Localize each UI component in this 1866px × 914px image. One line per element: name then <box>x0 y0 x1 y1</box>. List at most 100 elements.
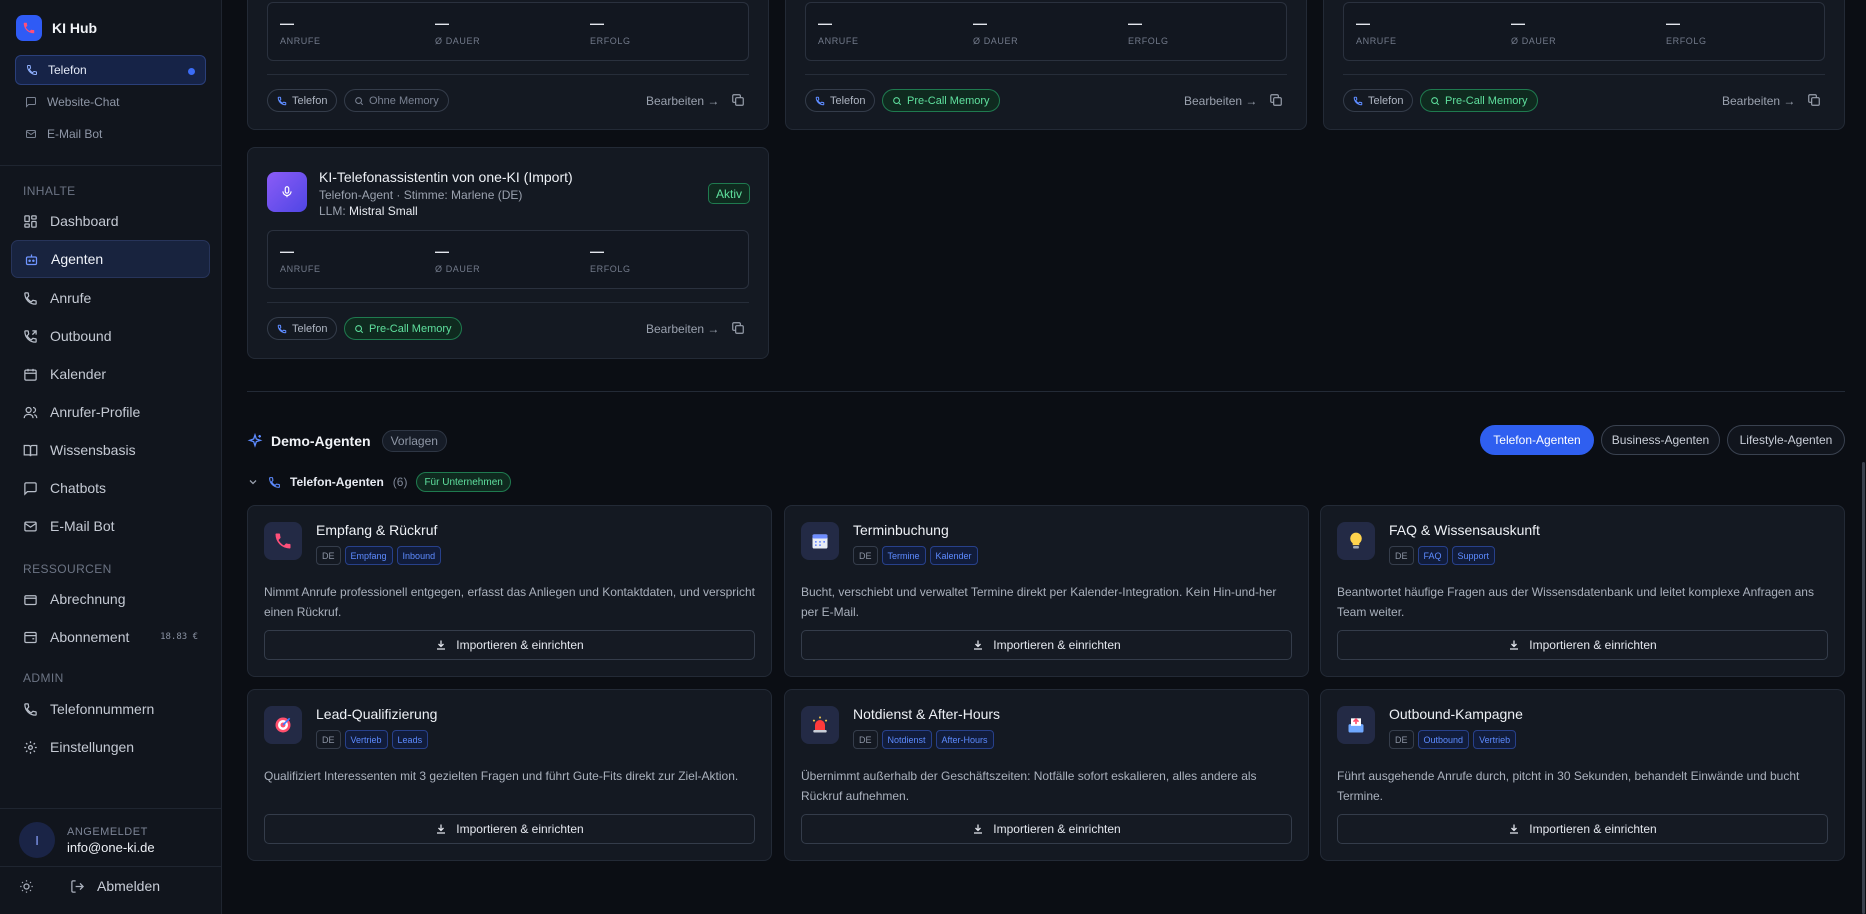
user-info: I ANGEMELDET info@one-ki.de <box>19 822 155 858</box>
mail-icon <box>24 521 37 531</box>
stat-calls-label: ANRUFE <box>280 264 321 274</box>
import-button[interactable]: Importieren & einrichten <box>1337 814 1828 844</box>
agent-card: — ANRUFE — Ø DAUER — ERFOLG Telefon Pre-Cal… <box>1323 0 1845 130</box>
nav-abrechnung[interactable]: Abrechnung <box>11 580 210 618</box>
copy-icon[interactable] <box>1269 93 1283 107</box>
nav-kalender[interactable]: Kalender <box>11 355 210 393</box>
demo-card-lead: Lead-Qualifizierung DE Vertrieb Leads Qu… <box>247 689 772 861</box>
nav-agenten[interactable]: Agenten <box>11 240 210 278</box>
tag: Vertrieb <box>1473 730 1517 749</box>
edit-link[interactable]: Bearbeiten → <box>1722 94 1795 108</box>
chip-memory: Ohne Memory <box>344 89 449 112</box>
group-header[interactable]: Telefon-Agenten (6) Für Unternehmen <box>247 472 511 492</box>
demo-card-title: Terminbuchung <box>853 522 949 538</box>
nav-label: Wissensbasis <box>50 442 136 458</box>
phone-icon <box>24 291 37 305</box>
chip-label: Pre-Call Memory <box>369 322 452 335</box>
chip-label: Telefon <box>292 322 328 335</box>
tag: Kalender <box>929 546 978 565</box>
tab-business-agenten[interactable]: Business-Agenten <box>1601 425 1720 455</box>
logout-button[interactable]: Abmelden <box>70 878 160 894</box>
stat-calls-label: ANRUFE <box>818 36 859 46</box>
channel-email-bot[interactable]: E-Mail Bot <box>15 119 206 149</box>
tag: Leads <box>391 730 429 749</box>
demo-card-description: Übernimmt außerhalb der Geschäftszeiten:… <box>801 769 1257 803</box>
section-admin: ADMIN <box>23 671 64 685</box>
nav-wissensbasis[interactable]: Wissensbasis <box>11 431 210 469</box>
import-button[interactable]: Importieren & einrichten <box>264 814 755 844</box>
divider <box>0 808 222 809</box>
edit-link[interactable]: Bearbeiten → <box>646 94 719 108</box>
section-inhalte: INHALTE <box>23 184 76 198</box>
demo-title: Demo-Agenten <box>271 433 371 449</box>
import-button[interactable]: Importieren & einrichten <box>264 630 755 660</box>
demo-card-terminbuchung: Terminbuchung DE Termine Kalender Bucht,… <box>784 505 1309 677</box>
copy-icon[interactable] <box>731 93 745 107</box>
siren-icon <box>801 706 839 744</box>
chip-telefon: Telefon <box>1343 89 1414 112</box>
tag: FAQ <box>1417 546 1448 565</box>
demo-card-empfang: Empfang & Rückruf DE Empfang Inbound Nim… <box>247 505 772 677</box>
chip-label: Pre-Call Memory <box>1445 94 1528 107</box>
copy-icon[interactable] <box>1807 93 1821 107</box>
demo-card-notdienst: Notdienst & After-Hours DE Notdienst Aft… <box>784 689 1309 861</box>
demo-card-faq: FAQ & Wissensauskunft DE FAQ Support Bea… <box>1320 505 1845 677</box>
agent-card: KI-Telefonassistentin von one-KI (Import… <box>247 147 769 359</box>
target-icon <box>264 706 302 744</box>
tag: Support <box>1451 546 1496 565</box>
scrollbar[interactable] <box>1862 462 1865 914</box>
stat-duration-label: Ø DAUER <box>973 36 1019 46</box>
phone-icon <box>1353 96 1363 105</box>
sidebar-footer: Abmelden <box>19 878 160 894</box>
phone-icon <box>815 96 825 105</box>
nav-label: Einstellungen <box>50 739 135 755</box>
stat-duration-label: Ø DAUER <box>435 36 481 46</box>
nav-email-bot[interactable]: E-Mail Bot <box>11 507 210 545</box>
sun-icon[interactable] <box>19 879 34 894</box>
nav-label: Telefonnummern <box>50 701 155 717</box>
channel-website-chat[interactable]: Website-Chat <box>15 87 206 117</box>
stat-duration-value: — <box>435 15 449 31</box>
import-button[interactable]: Importieren & einrichten <box>801 814 1292 844</box>
sparkles-icon <box>247 433 263 448</box>
chat-icon <box>24 481 37 496</box>
lang-tag: DE <box>316 730 341 749</box>
nav-outbound[interactable]: Outbound <box>11 317 210 355</box>
tag-list: DE Outbound Vertrieb <box>1389 730 1517 749</box>
chip-label: Pre-Call Memory <box>907 94 990 107</box>
import-button[interactable]: Importieren & einrichten <box>801 630 1292 660</box>
demo-card-description: Beantwortet häufige Fragen aus der Wisse… <box>1337 585 1814 619</box>
book-icon <box>23 444 38 456</box>
section-ressourcen: RESSOURCEN <box>23 562 112 576</box>
demo-header: Demo-Agenten Vorlagen <box>247 430 447 452</box>
channel-switcher: Telefon Website-Chat E-Mail Bot <box>15 55 206 151</box>
nav-chatbots[interactable]: Chatbots <box>11 469 210 507</box>
app-name: KI Hub <box>52 20 98 36</box>
stats-box: — ANRUFE — Ø DAUER — ERFOLG <box>267 230 749 289</box>
edit-link[interactable]: Bearbeiten → <box>646 322 719 336</box>
nav-label: Kalender <box>50 366 107 382</box>
nav-anrufer-profile[interactable]: Anrufer-Profile <box>11 393 210 431</box>
import-button[interactable]: Importieren & einrichten <box>1337 630 1828 660</box>
nav-abonnement[interactable]: Abonnement 18.83 € <box>11 618 210 656</box>
channel-telefon[interactable]: Telefon <box>15 55 206 85</box>
nav-einstellungen[interactable]: Einstellungen <box>11 728 210 766</box>
download-icon <box>974 640 983 650</box>
tab-lifestyle-agenten[interactable]: Lifestyle-Agenten <box>1727 425 1845 455</box>
nav-dashboard[interactable]: Dashboard <box>11 202 210 240</box>
stat-success-value: — <box>1128 15 1142 31</box>
copy-icon[interactable] <box>731 321 745 335</box>
nav-telefonnummern[interactable]: Telefonnummern <box>11 690 210 728</box>
nav-anrufe[interactable]: Anrufe <box>11 279 210 317</box>
tab-telefon-agenten[interactable]: Telefon-Agenten <box>1480 425 1594 455</box>
stat-calls-value: — <box>280 15 294 31</box>
agent-title[interactable]: KI-Telefonassistentin von one-KI (Import… <box>319 169 573 185</box>
nav-label: Anrufer-Profile <box>50 404 141 420</box>
divider <box>247 391 1845 392</box>
edit-link[interactable]: Bearbeiten → <box>1184 94 1257 108</box>
nav-label: Anrufe <box>50 290 92 306</box>
logout-icon <box>71 879 85 893</box>
stats-box: — ANRUFE — Ø DAUER — ERFOLG <box>267 2 749 61</box>
brand[interactable]: KI Hub <box>16 15 97 41</box>
divider <box>267 302 749 303</box>
